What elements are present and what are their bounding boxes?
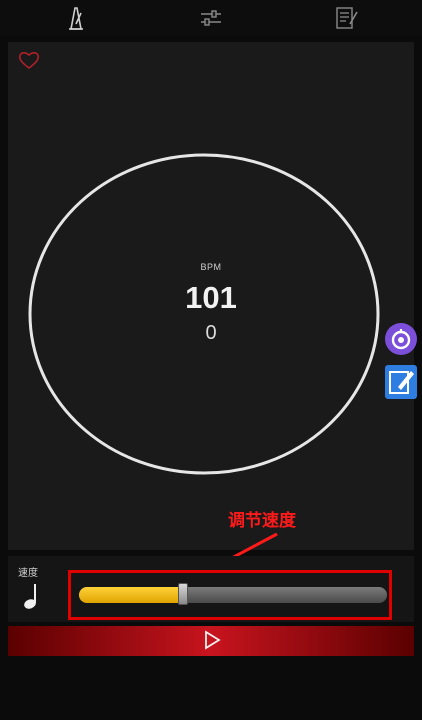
- tab-settings[interactable]: [197, 4, 225, 32]
- heart-icon: [18, 52, 40, 70]
- top-tab-bar: [0, 0, 422, 36]
- sliders-icon: [201, 10, 221, 26]
- assistive-ball-button[interactable]: [385, 323, 417, 355]
- speed-slider-fill: [79, 587, 181, 603]
- pencil-note-icon: [389, 371, 414, 394]
- beat-counter: 0: [205, 322, 217, 344]
- metronome-icon: [69, 7, 83, 30]
- notes-icon: [336, 7, 358, 29]
- favorite-button[interactable]: [18, 50, 40, 70]
- tab-notes[interactable]: [332, 4, 360, 32]
- speed-label: 速度: [18, 568, 38, 579]
- bpm-label: BPM: [200, 262, 222, 272]
- assistive-ball-icon: [391, 329, 411, 350]
- bpm-value: 101: [185, 280, 237, 315]
- edit-note-button[interactable]: [385, 365, 417, 399]
- tab-metronome[interactable]: [62, 4, 90, 32]
- play-icon: [205, 630, 221, 650]
- play-button[interactable]: [8, 626, 414, 656]
- quarter-note-icon: [22, 582, 44, 610]
- speed-slider-thumb[interactable]: [178, 583, 188, 605]
